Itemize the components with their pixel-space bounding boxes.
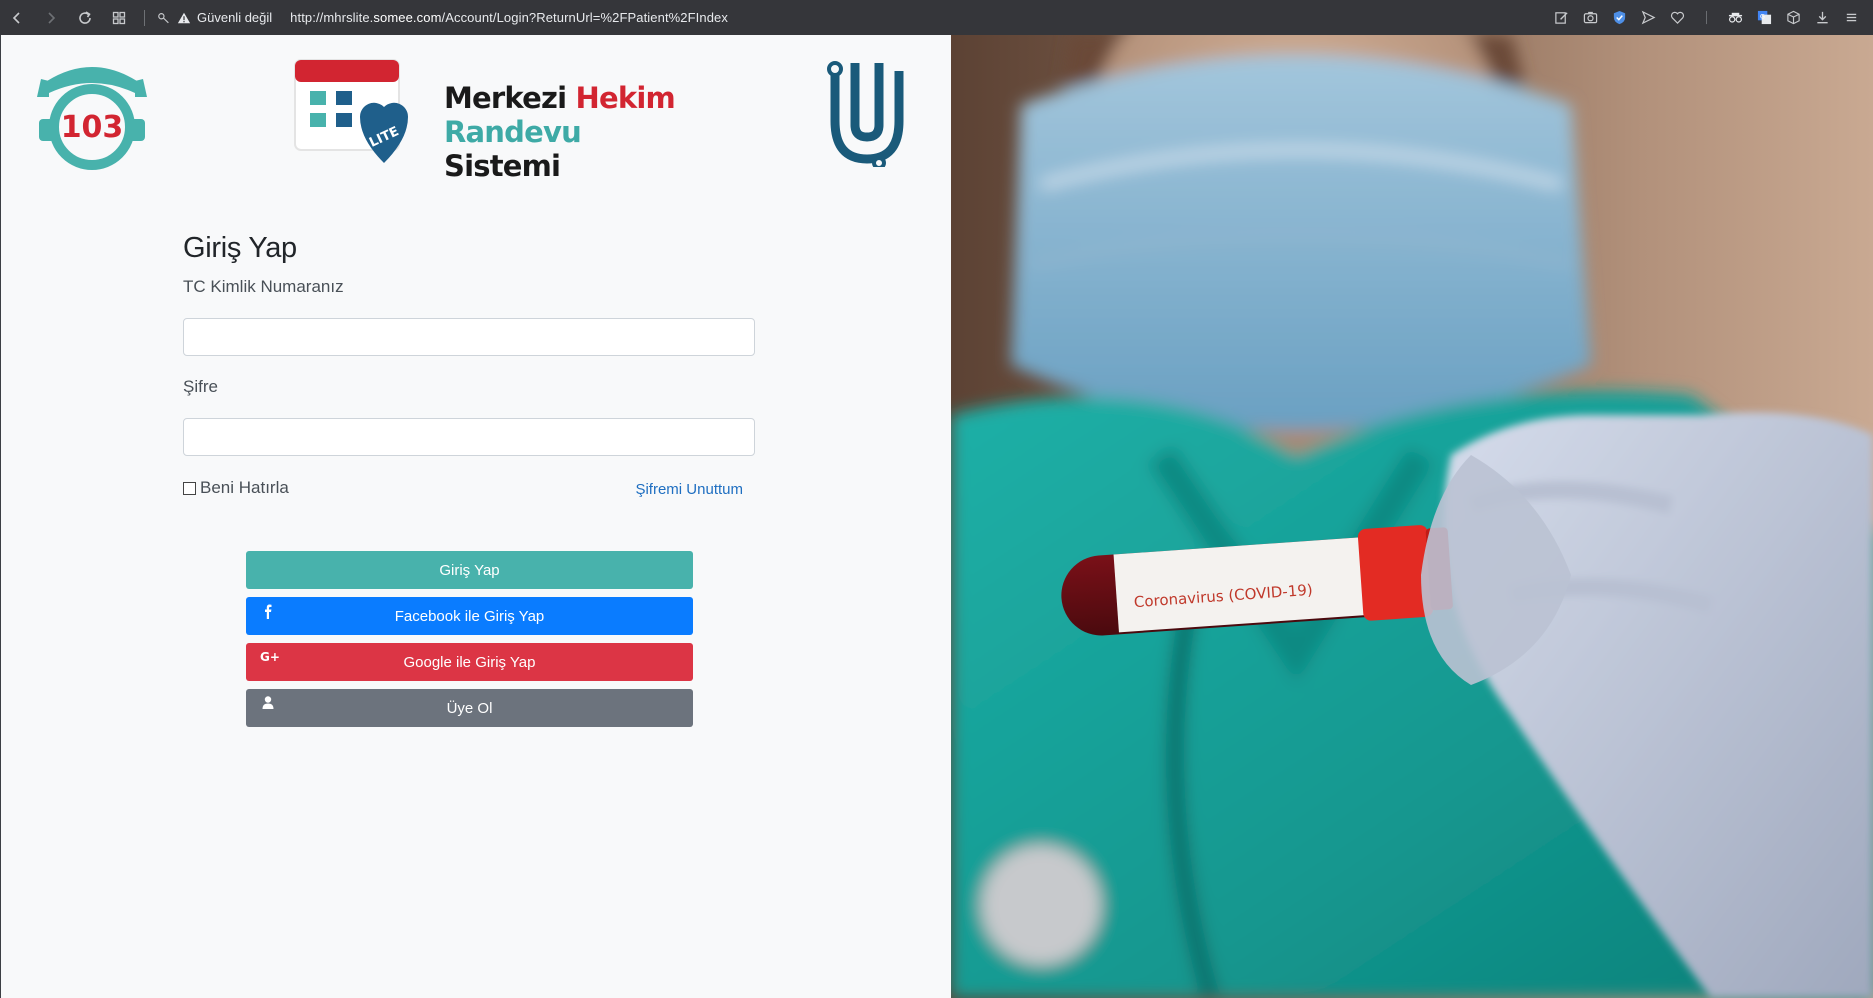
user-icon [262, 696, 274, 709]
svg-text:G: G [1760, 12, 1765, 20]
tc-input[interactable] [183, 318, 755, 356]
security-indicator[interactable]: Güvenli değil [157, 10, 272, 25]
facebook-login-button[interactable]: Facebook ile Giriş Yap [246, 597, 693, 635]
doctor-covid-tube-illustration: Coronavirus (COVID-19) [951, 35, 1873, 998]
translate-button[interactable]: G [1751, 0, 1778, 35]
reload-button[interactable] [68, 0, 102, 35]
forgot-password-link[interactable]: Şifremi Unuttum [635, 481, 743, 498]
mhrs-lite-logo: LITE Merkezi Hekim Randevu Sistemi [294, 59, 686, 183]
login-form: Giriş Yap TC Kimlik Numaranız Şifre Beni… [183, 230, 755, 502]
remember-checkbox[interactable] [183, 481, 196, 495]
login-buttons: Giriş Yap Facebook ile Giriş Yap G+ Goog… [246, 551, 693, 735]
cube-icon [1787, 10, 1800, 25]
key-icon [158, 12, 169, 23]
google-login-button[interactable]: G+ Google ile Giriş Yap [246, 643, 693, 681]
download-icon [1817, 11, 1828, 24]
login-button[interactable]: Giriş Yap [246, 551, 693, 589]
toolbar-extensions: G [1548, 0, 1865, 35]
heart-icon [1670, 11, 1685, 24]
hero-image: Coronavirus (COVID-19) [951, 35, 1873, 998]
password-label: Şifre [183, 377, 218, 396]
facebook-icon [265, 604, 272, 619]
menu-icon [1846, 13, 1857, 22]
edit-icon [1555, 12, 1568, 24]
downloads-button[interactable] [1809, 0, 1836, 35]
warning-icon [177, 12, 191, 23]
hotline-103-logo: 103 [37, 67, 147, 170]
toolbar-separator [144, 9, 145, 26]
calendar-heart-icon: LITE [294, 59, 409, 163]
browser-toolbar: Güvenli değil http://mhrslite.somee.com/… [0, 0, 1873, 35]
glasses-icon [1728, 12, 1743, 23]
toolbar-separator-right [1693, 0, 1720, 35]
separator-icon [1706, 10, 1707, 25]
brand-hekim: Hekim [575, 81, 676, 115]
shield-icon [1613, 10, 1626, 25]
svg-text:G+: G+ [260, 650, 280, 664]
remember-me[interactable]: Beni Hatırla [183, 478, 289, 498]
remember-label: Beni Hatırla [200, 478, 289, 497]
forward-button[interactable] [34, 0, 68, 35]
brand-randevu: Randevu [444, 115, 582, 149]
back-button[interactable] [0, 0, 34, 35]
register-button-label: Üye Ol [446, 699, 493, 717]
google-plus-icon: G+ [260, 650, 280, 664]
vpn-button[interactable] [1606, 0, 1633, 35]
bookmarks-button[interactable] [1664, 0, 1691, 35]
brand-sistemi: Sistemi [444, 149, 561, 183]
brand-merkezi: Merkezi [444, 81, 576, 115]
login-panel: 103 LITE Merkezi Hekim Randevu Sistemi G… [0, 35, 951, 998]
google-button-label: Google ile Giriş Yap [403, 653, 536, 671]
extensions-button[interactable] [1780, 0, 1807, 35]
send-icon [1641, 10, 1656, 25]
security-label: Güvenli değil [197, 10, 273, 25]
hotline-number: 103 [61, 110, 124, 145]
register-button[interactable]: Üye Ol [246, 689, 693, 727]
translate-icon: G [1757, 10, 1772, 25]
reload-icon [79, 10, 91, 24]
back-arrow-icon [12, 11, 20, 24]
url-prefix: http://mhrslite. [290, 10, 374, 25]
address-bar[interactable]: http://mhrslite.somee.com/Account/Login?… [290, 10, 728, 25]
incognito-button[interactable] [1722, 0, 1749, 35]
brand-name: Merkezi Hekim Randevu Sistemi [444, 81, 686, 183]
menu-button[interactable] [1838, 0, 1865, 35]
facebook-button-label: Facebook ile Giriş Yap [394, 607, 545, 625]
tc-label: TC Kimlik Numaranız [183, 277, 344, 296]
send-button[interactable] [1635, 0, 1662, 35]
grid-icon [112, 11, 126, 24]
url-path: /Account/Login?ReturnUrl=%2FPatient%2FIn… [441, 10, 728, 25]
login-button-label: Giriş Yap [439, 561, 500, 579]
speed-dial-button[interactable] [102, 0, 136, 35]
page-title: Giriş Yap [183, 232, 297, 264]
edit-button[interactable] [1548, 0, 1575, 35]
ministry-u-logo [827, 61, 904, 167]
camera-icon [1583, 11, 1598, 24]
password-input[interactable] [183, 418, 755, 456]
forward-arrow-icon [48, 11, 56, 24]
snapshot-button[interactable] [1577, 0, 1604, 35]
remember-row: Beni Hatırla Şifremi Unuttum [183, 478, 755, 502]
url-host: somee.com [373, 10, 442, 25]
